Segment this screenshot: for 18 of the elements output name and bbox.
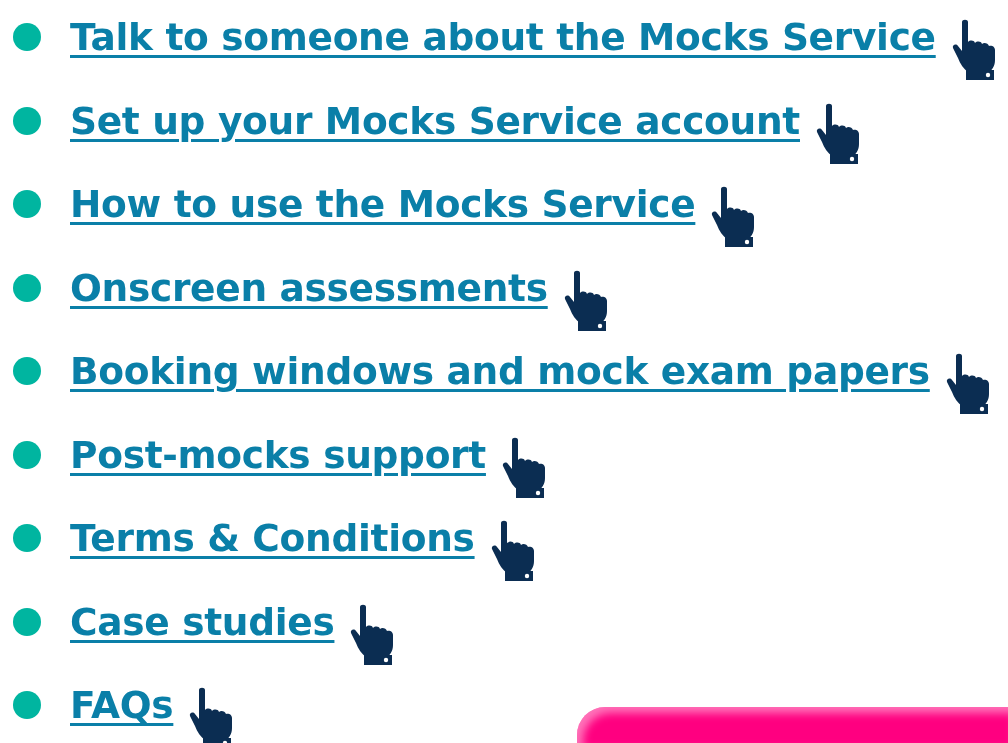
bullet-icon (13, 23, 41, 51)
link[interactable]: Onscreen assessments (70, 265, 548, 310)
bullet-icon (13, 607, 41, 636)
link[interactable]: Post-mocks support (70, 432, 486, 477)
bullet-icon (13, 273, 41, 302)
bullet-icon (13, 357, 41, 385)
bullet-icon (13, 440, 41, 469)
bullet-icon (13, 524, 41, 552)
bullet-icon (13, 106, 41, 135)
link[interactable]: Terms & Conditions (70, 516, 475, 560)
link[interactable]: Case studies (70, 599, 335, 644)
bullet-icon (13, 691, 41, 719)
link[interactable]: FAQs (70, 683, 174, 727)
link[interactable]: Set up your Mocks Service account (70, 98, 800, 143)
link[interactable]: Talk to someone about the Mocks Service (70, 15, 936, 59)
link[interactable]: How to use the Mocks Service (70, 182, 696, 226)
link[interactable]: Booking windows and mock exam papers (70, 349, 930, 393)
bullet-icon (13, 190, 41, 218)
